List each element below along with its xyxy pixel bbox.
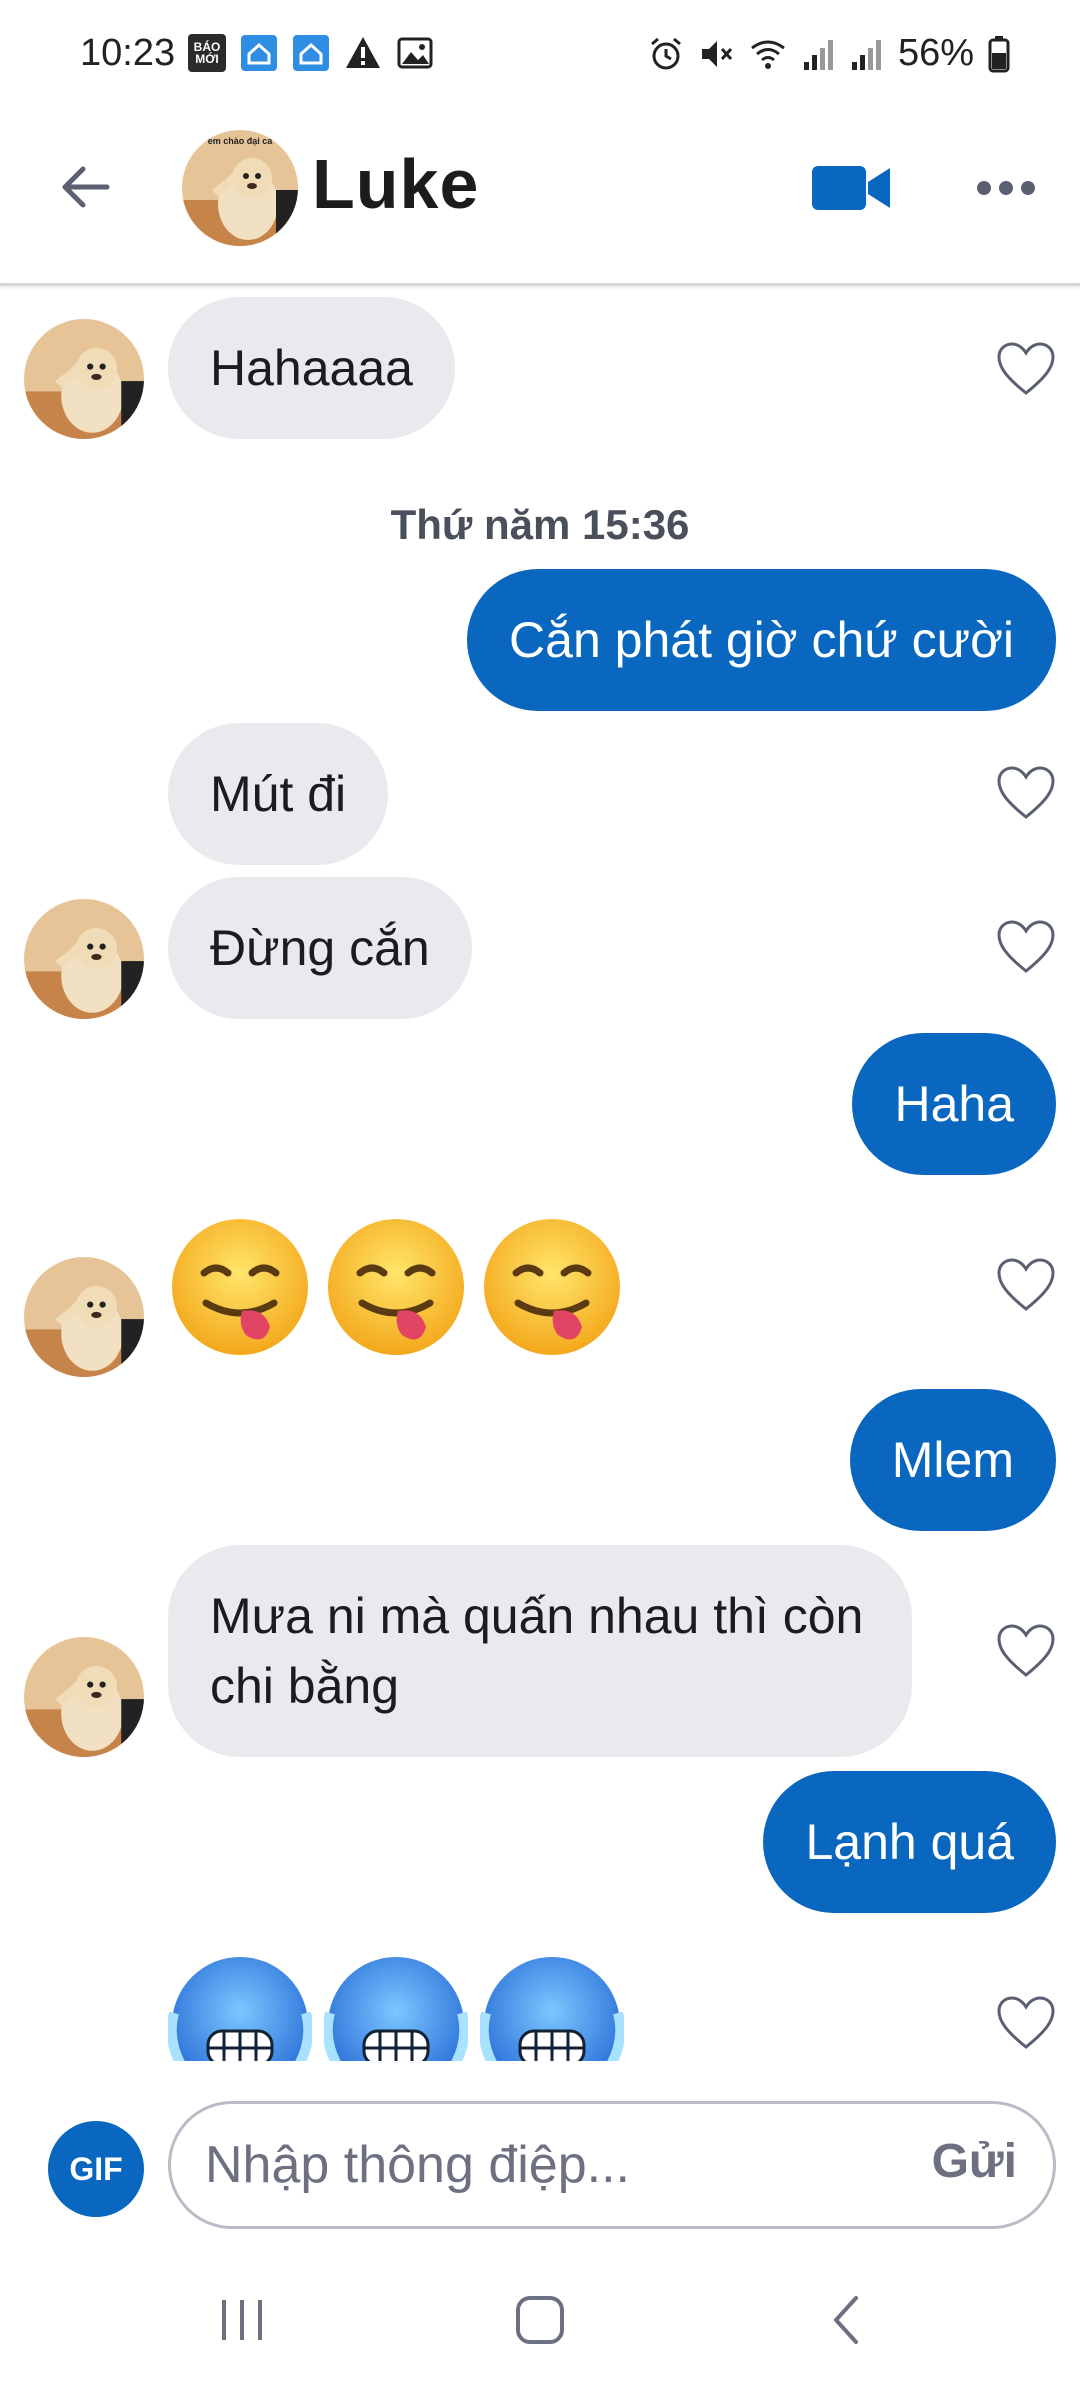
outgoing-message[interactable]: Mlem bbox=[849, 1389, 1056, 1531]
back-nav-button[interactable] bbox=[796, 2280, 896, 2360]
alarm-icon bbox=[650, 37, 681, 69]
emoji-message[interactable]: 🥶🥶🥶 bbox=[168, 1953, 624, 2061]
home-app-icon bbox=[240, 34, 278, 72]
incoming-message[interactable]: Đừng cắn bbox=[168, 877, 472, 1019]
home-app-icon bbox=[292, 34, 330, 72]
cold-face-icon bbox=[168, 1957, 312, 2061]
yum-face-icon bbox=[328, 1219, 464, 1355]
cold-face-icon bbox=[480, 1957, 624, 2061]
yum-face-icon bbox=[484, 1219, 620, 1355]
back-button[interactable] bbox=[50, 152, 120, 222]
home-button[interactable] bbox=[490, 2280, 590, 2360]
recent-apps-icon bbox=[222, 2300, 262, 2340]
baomoi-icon: BÁO MỚI bbox=[188, 34, 226, 72]
incoming-message[interactable]: Mút đi bbox=[168, 723, 389, 865]
contact-name[interactable]: Luke bbox=[312, 144, 479, 224]
more-options-button[interactable] bbox=[966, 158, 1046, 218]
system-icons: 56% bbox=[648, 32, 1010, 75]
chevron-left-icon bbox=[834, 2296, 858, 2344]
signal-icon bbox=[851, 39, 881, 70]
system-nav-bar bbox=[0, 2240, 1080, 2400]
sender-avatar[interactable] bbox=[24, 1637, 144, 1757]
yum-face-icon bbox=[172, 1219, 308, 1355]
message-list[interactable]: Hahaaaa Thứ năm 15:36 Cắn phát giờ chứ c… bbox=[0, 289, 1080, 2061]
avatar-caption: em chào đại ca bbox=[208, 136, 274, 146]
wifi-icon bbox=[751, 40, 785, 69]
chat-header: em chào đại ca Luke bbox=[0, 100, 1080, 286]
dot bbox=[999, 181, 1013, 195]
heart-icon[interactable] bbox=[996, 765, 1056, 821]
arrow-left-icon bbox=[62, 166, 110, 208]
dot bbox=[977, 181, 991, 195]
video-call-button[interactable] bbox=[810, 158, 894, 218]
status-time: 10:23 bbox=[80, 32, 176, 74]
heart-icon[interactable] bbox=[996, 1995, 1056, 2051]
sender-avatar[interactable] bbox=[24, 899, 144, 1019]
message-composer: GIF Gửi bbox=[0, 2061, 1080, 2229]
video-camera-icon bbox=[812, 166, 890, 210]
sender-avatar[interactable] bbox=[24, 319, 144, 439]
heart-icon[interactable] bbox=[996, 341, 1056, 397]
status-bar: 10:23 BÁO MỚI 56% bbox=[0, 0, 1080, 100]
send-button[interactable]: Gửi bbox=[932, 2134, 1017, 2189]
message-input[interactable] bbox=[205, 2104, 865, 2226]
emoji-message[interactable]: 😋😋😋 bbox=[168, 1215, 624, 1359]
mute-icon bbox=[701, 40, 733, 67]
heart-icon[interactable] bbox=[996, 1623, 1056, 1679]
heart-icon[interactable] bbox=[996, 919, 1056, 975]
notification-icons: BÁO MỚI bbox=[188, 34, 434, 72]
incoming-message[interactable]: Hahaaaa bbox=[168, 297, 455, 439]
cold-face-icon bbox=[324, 1957, 468, 2061]
outgoing-message[interactable]: Lạnh quá bbox=[763, 1771, 1056, 1913]
gif-button[interactable]: GIF bbox=[48, 2121, 144, 2217]
sender-avatar[interactable] bbox=[24, 1257, 144, 1377]
warning-icon bbox=[344, 34, 382, 72]
image-icon bbox=[396, 34, 434, 72]
message-input-box[interactable]: Gửi bbox=[168, 2101, 1056, 2229]
incoming-message[interactable]: Mưa ni mà quấn nhau thì còn chi bằng bbox=[168, 1545, 912, 1757]
recent-apps-button[interactable] bbox=[192, 2280, 292, 2360]
home-icon bbox=[516, 2296, 564, 2344]
outgoing-message[interactable]: Cắn phát giờ chứ cười bbox=[467, 569, 1056, 711]
contact-avatar[interactable]: em chào đại ca bbox=[182, 130, 298, 246]
battery-icon bbox=[988, 35, 1010, 72]
outgoing-message[interactable]: Haha bbox=[852, 1033, 1056, 1175]
signal-icon bbox=[803, 39, 833, 70]
battery-percent: 56% bbox=[897, 32, 974, 74]
timestamp: Thứ năm 15:36 bbox=[390, 501, 690, 548]
heart-icon[interactable] bbox=[996, 1257, 1056, 1313]
dot bbox=[1021, 181, 1035, 195]
